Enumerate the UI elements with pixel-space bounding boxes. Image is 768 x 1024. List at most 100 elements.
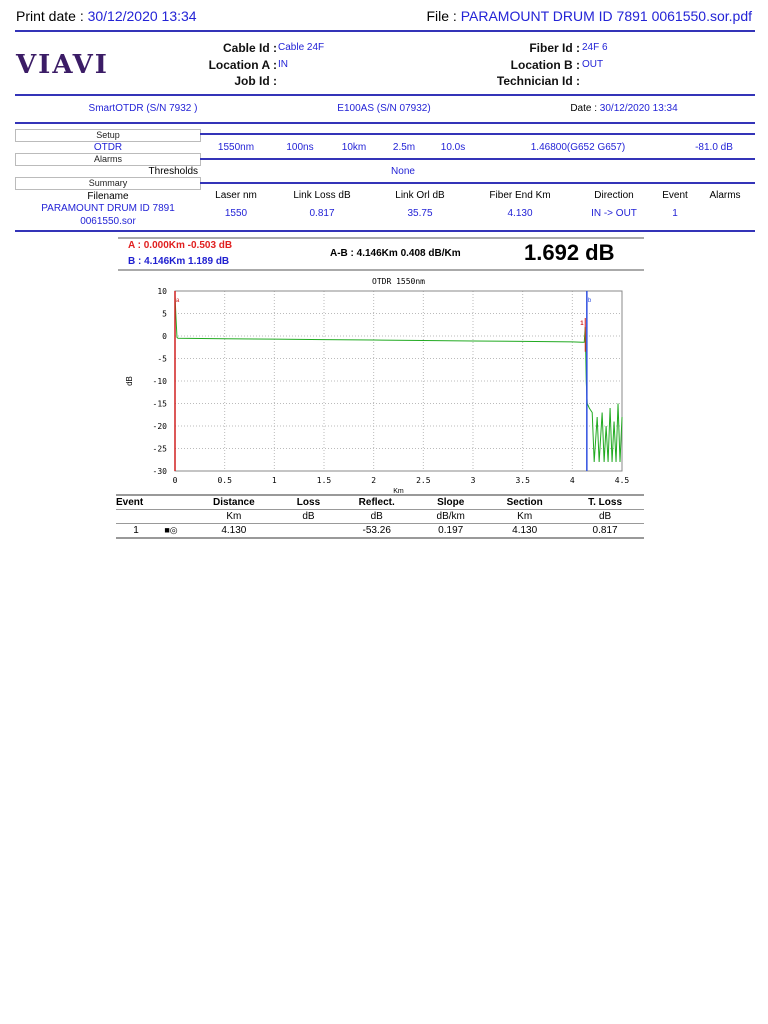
print-date: Print date : 30/12/2020 13:34: [16, 8, 197, 24]
print-date-label: Print date :: [16, 8, 88, 24]
divider: [15, 94, 755, 96]
column-unit: dB: [302, 511, 315, 522]
column-header: Slope: [437, 497, 465, 508]
thresholds-value: None: [391, 166, 415, 177]
device-model: SmartOTDR (S/N 7932 ): [88, 103, 198, 114]
event-reflect: -53.26: [362, 525, 391, 536]
event-distance: 4.130: [221, 525, 247, 536]
column-unit: dB: [370, 511, 383, 522]
x-tick-label: 3: [471, 476, 476, 485]
cable-id-label: Cable Id :: [222, 41, 277, 55]
event-section: 4.130: [512, 525, 538, 536]
event-marker-label: 1: [580, 321, 584, 327]
marker-a-readout: A : 0.000Km -0.503 dB: [128, 240, 233, 251]
filename-line: 0061550.sor: [80, 216, 136, 227]
event-slope: 0.197: [438, 525, 464, 536]
divider: [15, 30, 755, 32]
setup-section-label: Setup: [15, 129, 201, 142]
column-unit: [116, 510, 186, 524]
setup-time: 10.0s: [440, 142, 466, 153]
divider: [200, 133, 755, 135]
events-table: Event Distance Loss Reflect. Slope Section T. …: [116, 494, 644, 539]
y-tick-label: -5: [157, 355, 167, 364]
divider: [200, 182, 755, 184]
otdr-trace-chart[interactable]: 0 0.5 1 1.5 2 2.5 3 3.5 4 4.5 10 5 0 -5 -10 -15 -20 -25 -3…: [110, 272, 650, 494]
divider: [200, 158, 755, 160]
divider: [15, 122, 755, 124]
y-tick-label: 5: [162, 310, 167, 319]
column-unit: dB: [598, 511, 612, 522]
otdr-label: OTDR: [93, 142, 123, 153]
location-a-value: IN: [278, 58, 288, 70]
info-left-values: Cable 24F IN: [278, 40, 324, 73]
ab-readout: A-B : 4.146Km 0.408 dB/Km: [330, 248, 461, 259]
device-date: Date : 30/12/2020 13:34: [570, 103, 677, 114]
column-header: Event: [116, 497, 144, 508]
column-header: Distance: [213, 497, 255, 508]
events-units-row: Km dB dB dB/km Km dB: [116, 510, 644, 524]
setup-threshold: -81.0 dB: [695, 142, 733, 153]
summary-value: IN -> OUT: [591, 208, 637, 219]
summary-value: 35.75: [407, 208, 433, 219]
filename-value: PARAMOUNT DRUM ID 7891 0061550.sor: [15, 202, 201, 228]
y-tick-label: 0: [162, 332, 167, 341]
summary-header: Fiber End Km: [489, 190, 551, 201]
divider: [118, 269, 644, 271]
summary-header: Direction: [594, 190, 634, 201]
divider: [118, 237, 644, 239]
location-b-label: Location B :: [510, 57, 580, 72]
column-header: T. Loss: [588, 497, 623, 508]
info-right-values: 24F 6 OUT: [582, 40, 608, 73]
x-tick-label: 4: [570, 476, 575, 485]
summary-value: 1550: [224, 208, 248, 219]
column-unit: dB/km: [436, 511, 465, 522]
column-unit: Km: [226, 511, 242, 522]
setup-ior: 1.46800(G652 G657): [530, 142, 626, 153]
x-tick-label: 2.5: [416, 476, 431, 485]
x-tick-label: 3.5: [515, 476, 530, 485]
device-module: E100AS (S/N 07932): [337, 103, 431, 114]
cursor-b-label: b: [588, 298, 592, 304]
plot-frame: [174, 290, 623, 472]
column-header: Loss: [296, 497, 321, 508]
setup-pulse: 100ns: [286, 142, 314, 153]
summary-header: Link Loss dB: [293, 190, 351, 201]
print-date-value: 30/12/2020 13:34: [87, 8, 197, 24]
event-loss: [282, 524, 336, 539]
y-axis-label: dB: [125, 376, 134, 386]
x-tick-label: 0.5: [217, 476, 232, 485]
viavi-logo: VIAVI: [16, 50, 109, 80]
x-tick-label: 0: [173, 476, 178, 485]
column-unit: Km: [517, 511, 533, 522]
date-value: 30/12/2020 13:34: [599, 103, 678, 114]
location-a-label: Location A :: [208, 57, 277, 72]
thresholds-label: Thresholds: [148, 166, 198, 177]
summary-value: 1: [672, 208, 678, 219]
table-row[interactable]: 1 ■◎ 4.130 -53.26 0.197 4.130 0.817: [116, 524, 644, 539]
job-id-label: Job Id :: [234, 74, 277, 88]
reflective-event-icon: ■◎: [164, 525, 178, 535]
setup-range: 10km: [341, 142, 367, 153]
summary-header: Laser nm: [215, 190, 257, 201]
x-tick-label: 1: [272, 476, 277, 485]
column-header: Section: [506, 497, 543, 508]
cable-id-value: Cable 24F: [278, 42, 325, 53]
summary-header: Alarms: [709, 190, 741, 201]
technician-id-label: Technician Id :: [496, 74, 580, 88]
y-tick-label: -20: [153, 422, 168, 431]
x-tick-label: 2: [371, 476, 376, 485]
summary-value: 0.817: [309, 208, 335, 219]
ab-loss-value: 1.692 dB: [524, 240, 615, 265]
date-label: Date :: [570, 103, 600, 114]
summary-section-label: Summary: [15, 177, 201, 190]
filename-line: PARAMOUNT DRUM ID 7891: [41, 203, 175, 214]
location-b-value: OUT: [582, 58, 604, 70]
marker-b-readout: B : 4.146Km 1.189 dB: [128, 256, 230, 267]
setup-wavelength: 1550nm: [217, 142, 255, 153]
cursor-a-label: a: [176, 298, 180, 304]
file-name: File : PARAMOUNT DRUM ID 7891 0061550.so…: [426, 8, 752, 24]
events-header-row: Event Distance Loss Reflect. Slope Section T. …: [116, 495, 644, 510]
trace-line-trace: [174, 295, 623, 463]
event-tloss: 0.817: [592, 525, 618, 536]
column-header: Reflect.: [358, 497, 395, 508]
